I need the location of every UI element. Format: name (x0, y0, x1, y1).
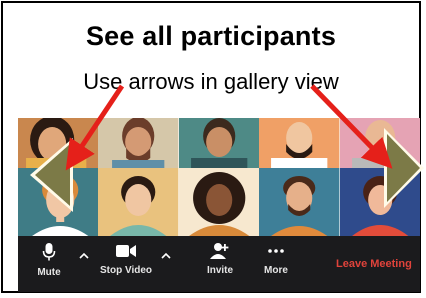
participant-tile[interactable] (98, 168, 179, 236)
participant-tile[interactable] (178, 118, 260, 168)
microphone-icon (42, 243, 56, 261)
arrow-left-icon (35, 144, 70, 206)
stop-video-label: Stop Video (99, 265, 153, 276)
more-label: More (264, 265, 288, 276)
participant-tile[interactable] (259, 168, 340, 236)
mute-label: Mute (37, 267, 61, 278)
stop-video-button[interactable]: Stop Video (96, 242, 156, 276)
invite-label: Invite (206, 265, 234, 276)
meeting-toolbar: Mute Stop Video Invite More Leave Meetin… (18, 236, 420, 292)
leave-meeting-button[interactable]: Leave Meeting (336, 258, 412, 270)
video-camera-icon (116, 245, 136, 257)
participant-tile[interactable] (98, 118, 179, 168)
slide-title: See all participants (85, 21, 337, 51)
participant-tile[interactable] (259, 118, 340, 168)
mute-button[interactable]: Mute (32, 242, 66, 278)
invite-button[interactable]: Invite (200, 242, 240, 276)
arrow-right-icon (387, 134, 420, 202)
participant-tile[interactable] (178, 168, 260, 236)
slide-subtitle: Use arrows in gallery view (83, 69, 339, 94)
more-dots-icon (268, 249, 284, 253)
more-button[interactable]: More (258, 242, 294, 276)
chevron-up-icon[interactable] (78, 250, 90, 262)
gallery-view (18, 118, 420, 236)
add-user-icon (210, 243, 229, 259)
chevron-up-icon[interactable] (160, 250, 172, 262)
